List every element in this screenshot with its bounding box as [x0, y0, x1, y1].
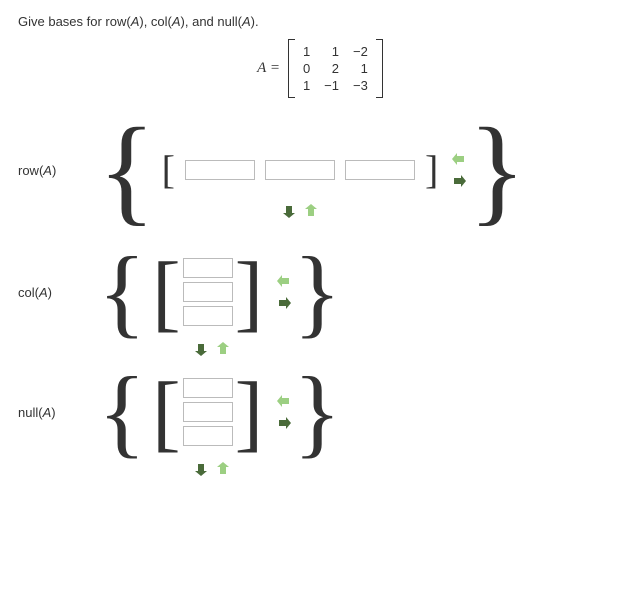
matrix-lhs: A =	[257, 60, 280, 77]
open-bracket: [	[152, 378, 181, 447]
col-vector-entry[interactable]	[183, 306, 233, 326]
open-bracket: [	[152, 258, 181, 327]
arrow-left-icon[interactable]	[450, 150, 468, 168]
matrix-cell: −3	[346, 77, 375, 94]
close-brace: }	[293, 372, 341, 452]
open-brace: {	[98, 122, 156, 218]
text: ), col(	[139, 14, 172, 29]
text: ).	[251, 14, 259, 29]
open-bracket: [	[162, 150, 175, 190]
vector-size-controls	[450, 150, 468, 190]
null-vector-entry[interactable]	[183, 402, 233, 422]
close-bracket: ]	[235, 378, 264, 447]
text: Give bases for row(	[18, 14, 131, 29]
matrix-cell: 2	[317, 60, 346, 77]
open-brace: {	[98, 252, 146, 332]
vector-count-controls	[275, 392, 293, 432]
arrow-down-icon[interactable]	[280, 202, 298, 220]
var: A	[172, 14, 181, 29]
null-vector-entry[interactable]	[183, 378, 233, 398]
vector-size-controls	[192, 460, 232, 478]
matrix-cell: −2	[346, 43, 375, 60]
null-basis-section: null(A) { [ ] }	[18, 366, 622, 458]
matrix-cell: 1	[317, 43, 346, 60]
col-basis-section: col(A) { [ ] }	[18, 246, 622, 338]
col-label: col(A)	[18, 285, 98, 300]
close-bracket: ]	[235, 258, 264, 327]
null-label: null(A)	[18, 405, 98, 420]
var: A	[242, 14, 251, 29]
matrix-cell: 0	[296, 60, 317, 77]
close-bracket: ]	[425, 150, 438, 190]
row-vector-entry[interactable]	[185, 160, 255, 180]
row-vector-entry[interactable]	[265, 160, 335, 180]
arrow-up-icon[interactable]	[302, 202, 320, 220]
arrow-left-icon[interactable]	[275, 392, 293, 410]
row-vector-entry[interactable]	[345, 160, 415, 180]
row-vector: [ ]	[162, 150, 439, 190]
arrow-down-icon[interactable]	[192, 340, 210, 358]
vector-count-controls	[280, 202, 320, 220]
matrix-cell: 1	[346, 60, 375, 77]
arrow-left-icon[interactable]	[275, 272, 293, 290]
col-vector: [ ]	[152, 256, 263, 328]
null-vector-entry[interactable]	[183, 426, 233, 446]
arrow-right-icon[interactable]	[275, 414, 293, 432]
row-label: row(A)	[18, 163, 98, 178]
row-basis-section: row(A) { [ ] }	[18, 122, 622, 218]
matrix-body: 1 1 −2 0 2 1 1 −1 −3	[288, 39, 383, 98]
open-brace: {	[98, 372, 146, 452]
matrix-cell: 1	[296, 43, 317, 60]
close-brace: }	[468, 122, 526, 218]
arrow-right-icon[interactable]	[450, 172, 468, 190]
text: ), and null(	[181, 14, 242, 29]
matrix-cell: 1	[296, 77, 317, 94]
vector-size-controls	[192, 340, 232, 358]
matrix-cell: −1	[317, 77, 346, 94]
close-brace: }	[293, 252, 341, 332]
col-vector-entry[interactable]	[183, 258, 233, 278]
vector-count-controls	[275, 272, 293, 312]
question-prompt: Give bases for row(A), col(A), and null(…	[18, 14, 622, 29]
null-vector: [ ]	[152, 376, 263, 448]
matrix-definition: A = 1 1 −2 0 2 1 1 −1 −3	[18, 39, 622, 98]
arrow-up-icon[interactable]	[214, 340, 232, 358]
arrow-right-icon[interactable]	[275, 294, 293, 312]
col-vector-entry[interactable]	[183, 282, 233, 302]
arrow-up-icon[interactable]	[214, 460, 232, 478]
arrow-down-icon[interactable]	[192, 460, 210, 478]
